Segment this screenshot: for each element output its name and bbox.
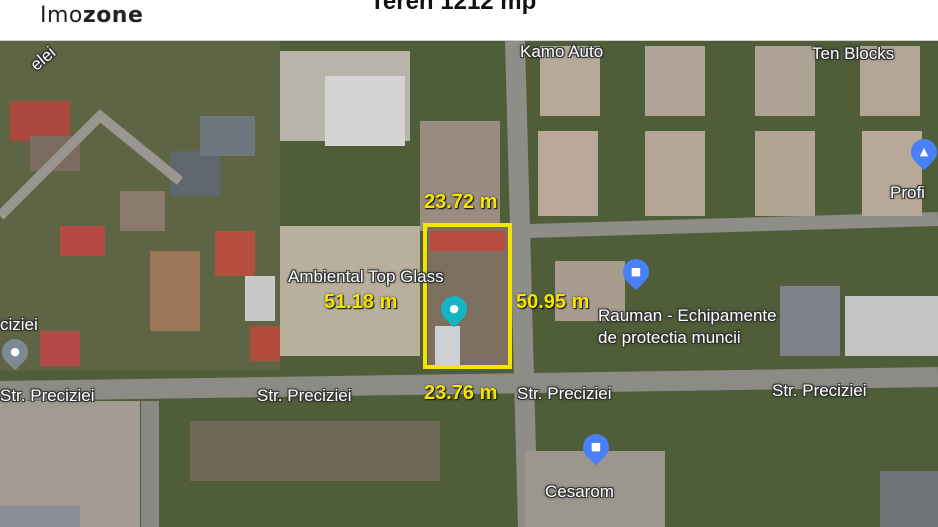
street-label-preciziei-right: Str. Preciziei [517, 384, 612, 403]
page-title: Teren 1212 mp [370, 0, 537, 15]
street-label-preciziei-top: ciziei [0, 315, 38, 334]
street-label-preciziei-far-right: Str. Preciziei [772, 381, 867, 400]
poi-label-profi: Profi [890, 183, 925, 202]
measure-right: 50.95 m [516, 291, 590, 313]
poi-label-rauman-1: Rauman - Echipamente [598, 306, 777, 325]
poi-label-ambiental: Ambiental Top Glass [288, 267, 444, 286]
measure-bottom: 23.76 m [424, 382, 498, 404]
poi-label-kamo-auto: Kamo Auto [520, 42, 604, 61]
logo-bold: zone [82, 3, 144, 28]
poi-label-rauman-2: de protectia muncii [598, 328, 741, 347]
imozone-logo[interactable]: Imozone [40, 3, 143, 28]
map-imagery [0, 41, 938, 527]
street-label-preciziei-mid: Str. Preciziei [257, 386, 352, 405]
logo-light: Imo [40, 3, 83, 28]
poi-label-cesarom: Cesarom [545, 482, 614, 501]
street-label-preciziei-left: Str. Preciziei [0, 386, 95, 405]
poi-label-ten-blocks: Ten Blocks [812, 44, 895, 63]
measure-top: 23.72 m [424, 191, 498, 213]
measure-left: 51.18 m [324, 291, 398, 313]
satellite-map[interactable]: elei Kamo Auto Ten Blocks Profi Ambienta… [0, 41, 938, 527]
header: Imozone Teren 1212 mp [0, 0, 938, 41]
